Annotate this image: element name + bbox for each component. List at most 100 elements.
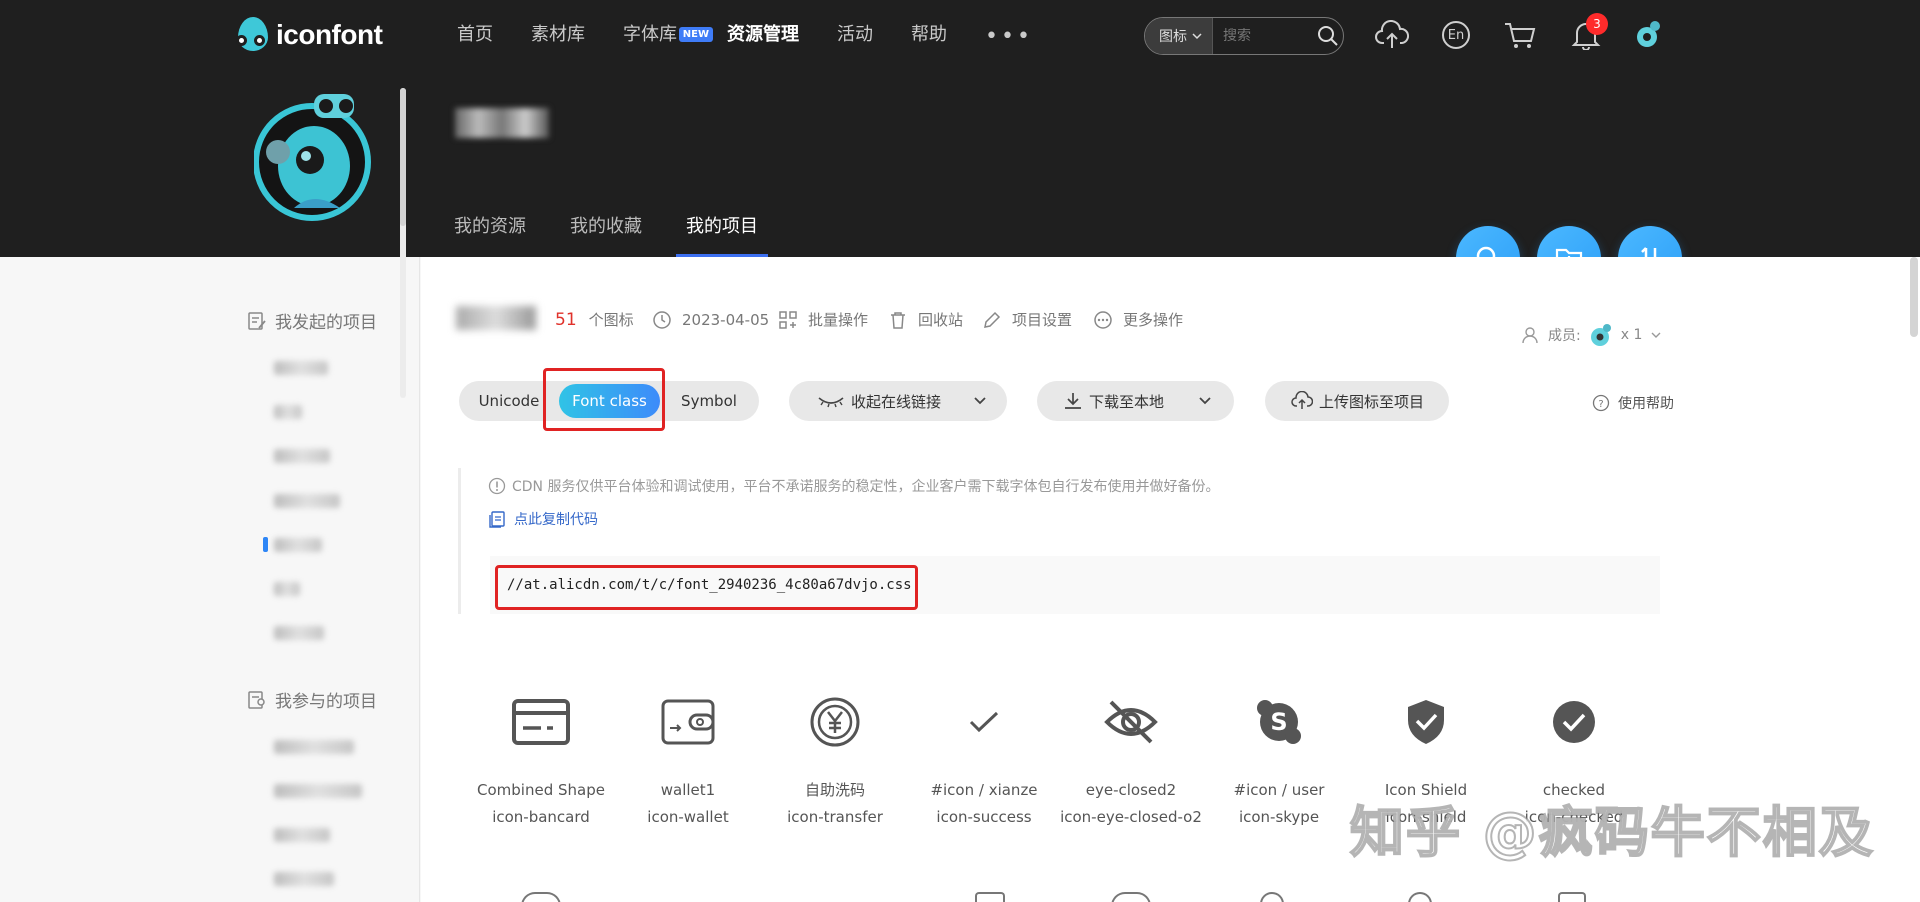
sidebar-project-item[interactable]	[274, 740, 354, 754]
info-icon	[488, 477, 506, 495]
icon-class: icon-success	[936, 808, 1032, 826]
tab-my-resources[interactable]: 我的资源	[454, 214, 526, 257]
language-icon[interactable]: En	[1438, 17, 1474, 53]
page-scrollbar[interactable]	[1910, 257, 1918, 337]
copy-icon	[489, 511, 505, 528]
grid-icon	[779, 311, 797, 329]
sidebar-project-item[interactable]	[274, 582, 300, 596]
more-actions-button[interactable]: 更多操作	[1093, 310, 1183, 330]
project-settings-button[interactable]: 项目设置	[982, 310, 1072, 330]
notification-bell-icon[interactable]: 3	[1568, 13, 1608, 53]
icon-card[interactable]: 自助洗码 icon-transfer	[761, 690, 909, 830]
joined-projects-header: 我参与的项目	[247, 687, 377, 712]
card-icon	[512, 699, 570, 745]
username-blurred	[455, 108, 549, 138]
cdn-notice-text: CDN 服务仅供平台体验和调试使用，平台不承诺服务的稳定性，企业客户需下载字体包…	[512, 479, 1220, 495]
recycle-bin-button[interactable]: 回收站	[888, 310, 963, 330]
sidebar-project-item[interactable]	[274, 626, 324, 640]
download-label: 下载至本地	[1089, 392, 1165, 411]
svg-text:?: ?	[1598, 399, 1603, 410]
search-box: 图标	[1144, 17, 1344, 55]
download-local-button[interactable]: 下载至本地	[1037, 381, 1234, 421]
sidebar-project-item[interactable]	[274, 872, 334, 886]
shield-check-icon	[1408, 700, 1444, 744]
site-logo[interactable]: iconfont	[236, 17, 383, 53]
profile-tabs: 我的资源 我的收藏 我的项目	[454, 214, 812, 257]
more-menu-icon[interactable]: •••	[985, 26, 1033, 48]
usage-help-label: 使用帮助	[1618, 396, 1674, 412]
nav-help[interactable]: 帮助	[911, 22, 947, 48]
logo-mascot-icon	[236, 17, 270, 53]
trash-icon	[891, 312, 905, 329]
sidebar-scrollbar[interactable]	[400, 88, 406, 226]
check-circle-icon	[1553, 701, 1595, 743]
icon-card[interactable]: S #icon / user icon-skype	[1205, 690, 1353, 830]
nav-activities[interactable]: 活动	[837, 22, 873, 48]
project-date-text: 2023-04-05	[682, 311, 770, 329]
search-input[interactable]	[1213, 28, 1313, 44]
sidebar-project-item[interactable]	[274, 784, 362, 798]
members-info[interactable]: 成员: x 1	[1522, 322, 1662, 348]
member-avatar	[1590, 324, 1611, 346]
svg-text:S: S	[1270, 708, 1287, 736]
icon-card[interactable]: #icon / xianze icon-success	[910, 690, 1058, 830]
user-list-icon	[248, 690, 265, 709]
tab-symbol[interactable]: Symbol	[659, 381, 759, 421]
yen-coin-icon	[810, 697, 860, 747]
search-icon[interactable]	[1313, 18, 1343, 54]
main-nav: 首页 素材库 字体库 NEW 资源管理 活动 帮助 •••	[457, 22, 1033, 48]
sidebar-project-item[interactable]	[274, 494, 340, 508]
sidebar-project-item[interactable]	[274, 361, 328, 375]
cart-icon[interactable]	[1502, 17, 1538, 53]
icon-card[interactable]: eye-closed2 icon-eye-closed-o2	[1057, 690, 1205, 830]
more-dots-icon	[1094, 311, 1112, 329]
sidebar-project-item[interactable]	[274, 828, 330, 842]
recycle-bin-label: 回收站	[918, 311, 964, 329]
nav-materials[interactable]: 素材库	[531, 22, 585, 48]
search-type-label: 图标	[1159, 29, 1187, 45]
user-avatar[interactable]	[1630, 17, 1666, 53]
download-icon	[1065, 393, 1081, 409]
logo-text: iconfont	[276, 19, 383, 50]
icon-name: 自助洗码	[804, 781, 865, 799]
sidebar-project-item[interactable]	[274, 405, 302, 419]
icon-card[interactable]: Combined Shape icon-bancard	[467, 690, 615, 830]
icon-count-unit: 个图标	[588, 311, 634, 329]
cdn-notice: CDN 服务仅供平台体验和调试使用，平台不承诺服务的稳定性，企业客户需下载字体包…	[488, 476, 1219, 496]
upload-icons-button[interactable]: 上传图标至项目	[1265, 381, 1449, 421]
icon-card-partial	[975, 892, 1005, 902]
icon-card[interactable]: wallet1 icon-wallet	[614, 690, 762, 830]
nav-fonts[interactable]: 字体库 NEW	[623, 22, 713, 48]
batch-action-button[interactable]: 批量操作	[778, 310, 868, 330]
tab-my-projects[interactable]: 我的项目	[676, 214, 768, 257]
search-type-select[interactable]: 图标	[1145, 18, 1213, 54]
icon-name: #icon / xianze	[930, 781, 1038, 799]
icon-class: icon-bancard	[492, 808, 590, 826]
project-date: 2023-04-05	[652, 310, 769, 330]
tab-my-favorites[interactable]: 我的收藏	[570, 214, 642, 257]
nav-home[interactable]: 首页	[457, 22, 493, 48]
eye-closed-icon	[1104, 700, 1158, 744]
icon-card-partial	[1558, 892, 1586, 902]
icon-name: wallet1	[660, 781, 716, 799]
upload-cloud-icon[interactable]	[1374, 17, 1410, 53]
nav-fonts-label: 字体库	[623, 24, 677, 45]
usage-help-link[interactable]: ? 使用帮助	[1592, 393, 1674, 413]
icon-class: icon-eye-closed-o2	[1060, 808, 1202, 826]
font-class-highlight-box	[543, 368, 665, 431]
icon-class: icon-transfer	[787, 808, 883, 826]
icon-name: #icon / user	[1233, 781, 1325, 799]
chevron-down-icon	[974, 397, 986, 405]
joined-projects-title: 我参与的项目	[275, 692, 377, 712]
new-badge: NEW	[678, 27, 713, 42]
notification-badge: 3	[1586, 13, 1608, 35]
icon-name: Combined Shape	[477, 781, 605, 799]
sidebar-project-item[interactable]	[274, 449, 330, 463]
nav-resources[interactable]: 资源管理	[727, 22, 799, 48]
sidebar-active-indicator	[263, 537, 268, 552]
language-label: En	[1447, 27, 1465, 43]
collapse-link-button[interactable]: 收起在线链接	[789, 381, 1007, 421]
sidebar-project-item-active[interactable]	[274, 538, 322, 552]
chevron-down-icon	[1199, 397, 1211, 405]
copy-code-link[interactable]: 点此复制代码	[488, 509, 598, 529]
